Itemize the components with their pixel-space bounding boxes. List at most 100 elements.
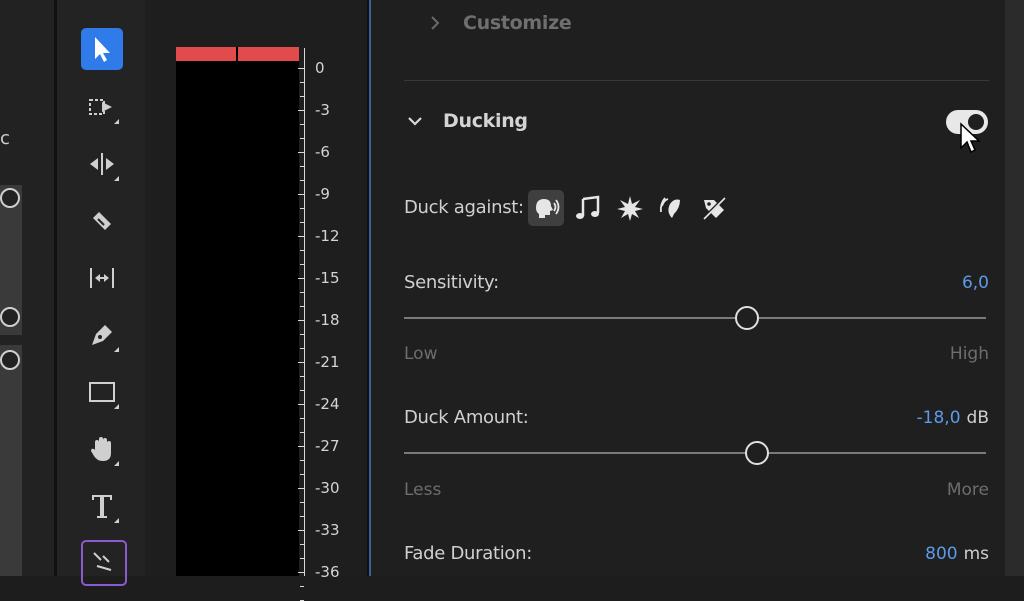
sensitivity-label: Sensitivity:	[404, 272, 499, 293]
meter-tick-minor	[300, 544, 304, 545]
meter-tick-minor	[300, 222, 304, 223]
meter-tick-minor	[300, 516, 304, 517]
left-panel-strip: c	[0, 0, 54, 576]
tools-panel	[54, 0, 148, 586]
meter-scale-label: -3	[315, 101, 330, 119]
audio-meter-panel: 0 -3 -6 -9 -12 -15 -18 -21 -24 -27 -30 -33 -36	[145, 0, 369, 601]
pen-icon	[92, 325, 112, 345]
arrow-pointer-icon	[95, 37, 110, 62]
duck-against-untagged-button[interactable]	[696, 190, 732, 226]
meter-tick-minor	[300, 502, 304, 503]
razor-icon	[93, 212, 111, 230]
duck-against-label: Duck against:	[404, 197, 524, 218]
hand-icon	[91, 437, 111, 461]
ducking-section-header[interactable]: Ducking	[407, 110, 528, 132]
ripple-edit-tool[interactable]	[81, 143, 123, 185]
rectangle-tool[interactable]	[81, 371, 123, 413]
ripple-edit-icon	[90, 153, 114, 175]
fade-duration-label: Fade Duration:	[404, 543, 532, 564]
meter-tick-minor	[300, 124, 304, 125]
rectangle-icon	[89, 382, 115, 402]
slider-thumb[interactable]	[735, 306, 760, 330]
meter-tick-minor	[300, 292, 304, 293]
slider-thumb[interactable]	[744, 441, 769, 465]
meter-tick-major	[298, 530, 305, 531]
track-select-tool[interactable]	[81, 86, 123, 128]
meter-scale-label: -33	[315, 521, 340, 539]
meter-tick-minor	[300, 334, 304, 335]
meter-tick-minor	[300, 138, 304, 139]
slip-tool[interactable]	[81, 257, 123, 299]
meter-tick-minor	[300, 96, 304, 97]
meter-scale-label: 0	[315, 59, 325, 77]
sensitivity-value[interactable]: 6,0	[962, 273, 989, 293]
meter-tick-minor	[300, 264, 304, 265]
duck-against-dialogue-button[interactable]	[528, 190, 564, 226]
duck-against-sfx-button[interactable]	[612, 190, 648, 226]
meter-tick-minor	[300, 390, 304, 391]
customize-section-header[interactable]: Customize	[427, 12, 572, 34]
customize-title: Customize	[463, 12, 572, 34]
duck-amount-slider[interactable]	[404, 441, 986, 465]
fade-duration-value[interactable]: 800 ms	[925, 544, 989, 564]
meter-tick-minor	[300, 348, 304, 349]
meter-tick-minor	[300, 306, 304, 307]
meter-scale-line	[304, 48, 305, 576]
duck-against-music-button[interactable]	[570, 190, 606, 226]
type-icon	[92, 495, 112, 518]
meter-tick-minor	[300, 180, 304, 181]
remix-tool[interactable]	[81, 540, 127, 586]
meter-tick-major	[298, 236, 305, 237]
meter-tick-major	[298, 572, 305, 573]
selection-tool[interactable]	[81, 28, 123, 70]
sensitivity-high-label: High	[949, 344, 989, 364]
duck-against-icons	[528, 190, 732, 226]
peak-indicator-left	[176, 47, 236, 61]
meter-scale-label: -36	[315, 563, 340, 581]
ducking-title: Ducking	[443, 110, 528, 132]
type-tool[interactable]	[81, 485, 123, 527]
pen-tool[interactable]	[81, 314, 123, 356]
meter-tick-minor	[300, 460, 304, 461]
meter-scale-label: -9	[315, 185, 330, 203]
remix-icon	[93, 552, 112, 571]
slider-rail	[404, 452, 986, 454]
meter-tick-major	[298, 404, 305, 405]
meter-tick-minor	[300, 166, 304, 167]
sensitivity-low-label: Low	[404, 344, 438, 364]
fader-knob[interactable]	[0, 188, 20, 208]
slip-icon	[90, 268, 114, 288]
sfx-icon	[617, 196, 643, 221]
meter-tick-major	[298, 278, 305, 279]
dialogue-icon	[536, 199, 560, 218]
fader-knob[interactable]	[0, 350, 20, 370]
mouse-cursor-icon	[960, 122, 981, 154]
audio-meter	[176, 47, 299, 576]
duck-amount-value[interactable]: -18,0 dB	[917, 408, 989, 428]
meter-tick-minor	[300, 474, 304, 475]
meter-tick-major	[298, 362, 305, 363]
divider	[404, 80, 989, 81]
meter-tick-minor	[300, 208, 304, 209]
meter-tick-minor	[300, 376, 304, 377]
meter-tick-major	[298, 110, 305, 111]
meter-scale-label: -27	[315, 437, 340, 455]
track-select-icon	[89, 99, 112, 115]
meter-tick-major	[298, 68, 305, 69]
meter-scale-label: -30	[315, 479, 340, 497]
untagged-icon	[701, 195, 727, 221]
sensitivity-slider[interactable]	[404, 306, 986, 330]
meter-scale-label: -18	[315, 311, 340, 329]
razor-tool[interactable]	[81, 200, 123, 242]
hand-tool[interactable]	[81, 428, 123, 470]
peak-indicator-right	[238, 47, 299, 61]
meter-tick-major	[298, 446, 305, 447]
slider-rail	[404, 317, 986, 319]
chevron-down-icon	[408, 117, 422, 126]
meter-scale-label: -12	[315, 227, 340, 245]
meter-scale-label: -24	[315, 395, 340, 413]
meter-tick-minor	[300, 418, 304, 419]
fader-knob[interactable]	[0, 307, 20, 327]
duck-against-ambience-button[interactable]	[654, 190, 690, 226]
duck-amount-label: Duck Amount:	[404, 407, 529, 428]
